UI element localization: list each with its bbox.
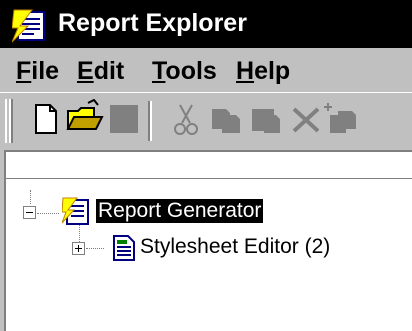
properties-icon[interactable] (322, 99, 362, 139)
tree-line (86, 248, 104, 249)
collapse-toggle[interactable] (23, 206, 36, 219)
menu-file-accesskey: F (16, 57, 32, 85)
open-folder-icon[interactable] (64, 99, 104, 139)
copy-icon[interactable] (206, 99, 246, 139)
window-title: Report Explorer (58, 9, 247, 37)
tree-node-label: Stylesheet Editor (2) (140, 235, 331, 258)
save-icon[interactable] (104, 99, 144, 139)
report-explorer-window: Report Explorer File Edit Tools Help Rep… (0, 0, 412, 331)
cut-icon[interactable] (166, 99, 206, 139)
title-bar[interactable]: Report Explorer (0, 0, 412, 48)
paste-icon[interactable] (246, 99, 286, 139)
stylesheet-icon (113, 235, 135, 261)
tree-view[interactable]: Report Generator Stylesheet Editor (2) (4, 150, 412, 331)
new-icon[interactable] (26, 99, 66, 139)
toolbar-grip[interactable] (5, 99, 13, 143)
menu-help-rest: elp (254, 57, 291, 85)
tree-line (30, 190, 31, 204)
menu-help-accesskey: H (236, 57, 255, 85)
delete-icon[interactable] (286, 99, 326, 139)
menu-edit-accesskey: E (77, 57, 94, 85)
tree-node-label: Report Generator (96, 199, 264, 223)
report-explorer-icon (12, 9, 45, 43)
menu-edit-rest: dit (93, 57, 125, 85)
menu-tools-rest: ools (165, 57, 217, 85)
menu-bar: File Edit Tools Help (0, 48, 412, 92)
toolbar (0, 92, 412, 148)
menu-file-rest: ile (31, 57, 60, 85)
menu-edit[interactable]: Edit (77, 57, 124, 86)
menu-tools[interactable]: Tools (152, 57, 217, 86)
list-header-divider (6, 178, 412, 179)
tree-line (37, 213, 59, 214)
report-generator-icon (62, 197, 89, 225)
menu-help[interactable]: Help (236, 57, 290, 86)
toolbar-separator (148, 101, 152, 141)
expand-toggle[interactable] (72, 242, 85, 255)
menu-file[interactable]: File (16, 57, 59, 86)
menu-tools-accesskey: T (152, 57, 166, 85)
